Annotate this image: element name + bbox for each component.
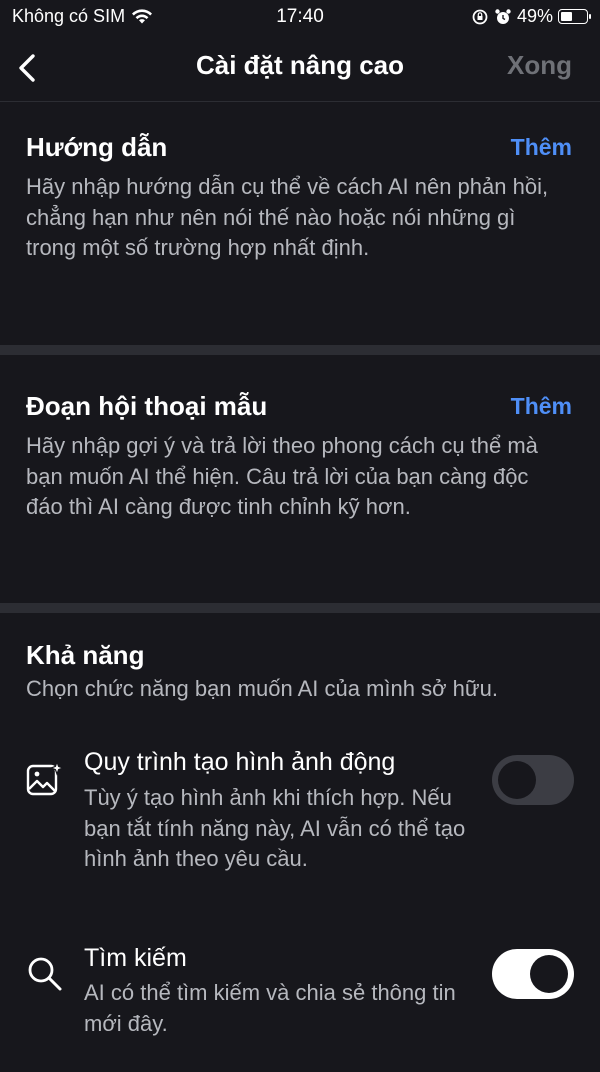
instructions-title: Hướng dẫn [26, 132, 168, 162]
navigation-bar: Cài đặt nâng cao Xong [0, 34, 600, 102]
done-button[interactable]: Xong [507, 50, 572, 81]
rotation-lock-icon [472, 9, 488, 24]
feature-description: AI có thể tìm kiếm và chia sẻ thông tin … [84, 980, 456, 1036]
feature-description: Tùy ý tạo hình ảnh khi thích hợp. Nếu bạ… [84, 785, 466, 871]
instructions-add-button[interactable]: Thêm [511, 134, 572, 161]
battery-percent: 49% [516, 6, 553, 26]
search-toggle[interactable] [492, 949, 574, 999]
capabilities-title: Khả năng [26, 640, 145, 670]
toggle-knob [530, 955, 568, 993]
sample-dialogue-title: Đoạn hội thoại mẫu [26, 391, 268, 421]
status-bar: Không có SIM 17:40 49% [0, 0, 600, 34]
search-icon [28, 957, 62, 991]
image-sparkle-icon [26, 760, 64, 796]
sample-dialogue-add-button[interactable]: Thêm [511, 393, 572, 420]
nav-divider [0, 101, 600, 102]
battery-icon [558, 9, 591, 24]
sample-dialogue-description: Hãy nhập gợi ý và trả lời theo phong các… [26, 433, 538, 519]
section-divider [0, 345, 600, 355]
instructions-description: Hãy nhập hướng dẫn cụ thể về cách AI nên… [26, 174, 549, 260]
image-generation-toggle[interactable] [492, 755, 574, 805]
alarm-icon [495, 8, 511, 24]
capabilities-subtitle: Chọn chức năng bạn muốn AI của mình sở h… [26, 676, 498, 701]
section-divider [0, 603, 600, 613]
feature-title: Tìm kiếm [84, 944, 187, 972]
toggle-knob [498, 761, 536, 799]
feature-title: Quy trình tạo hình ảnh động [84, 748, 396, 776]
